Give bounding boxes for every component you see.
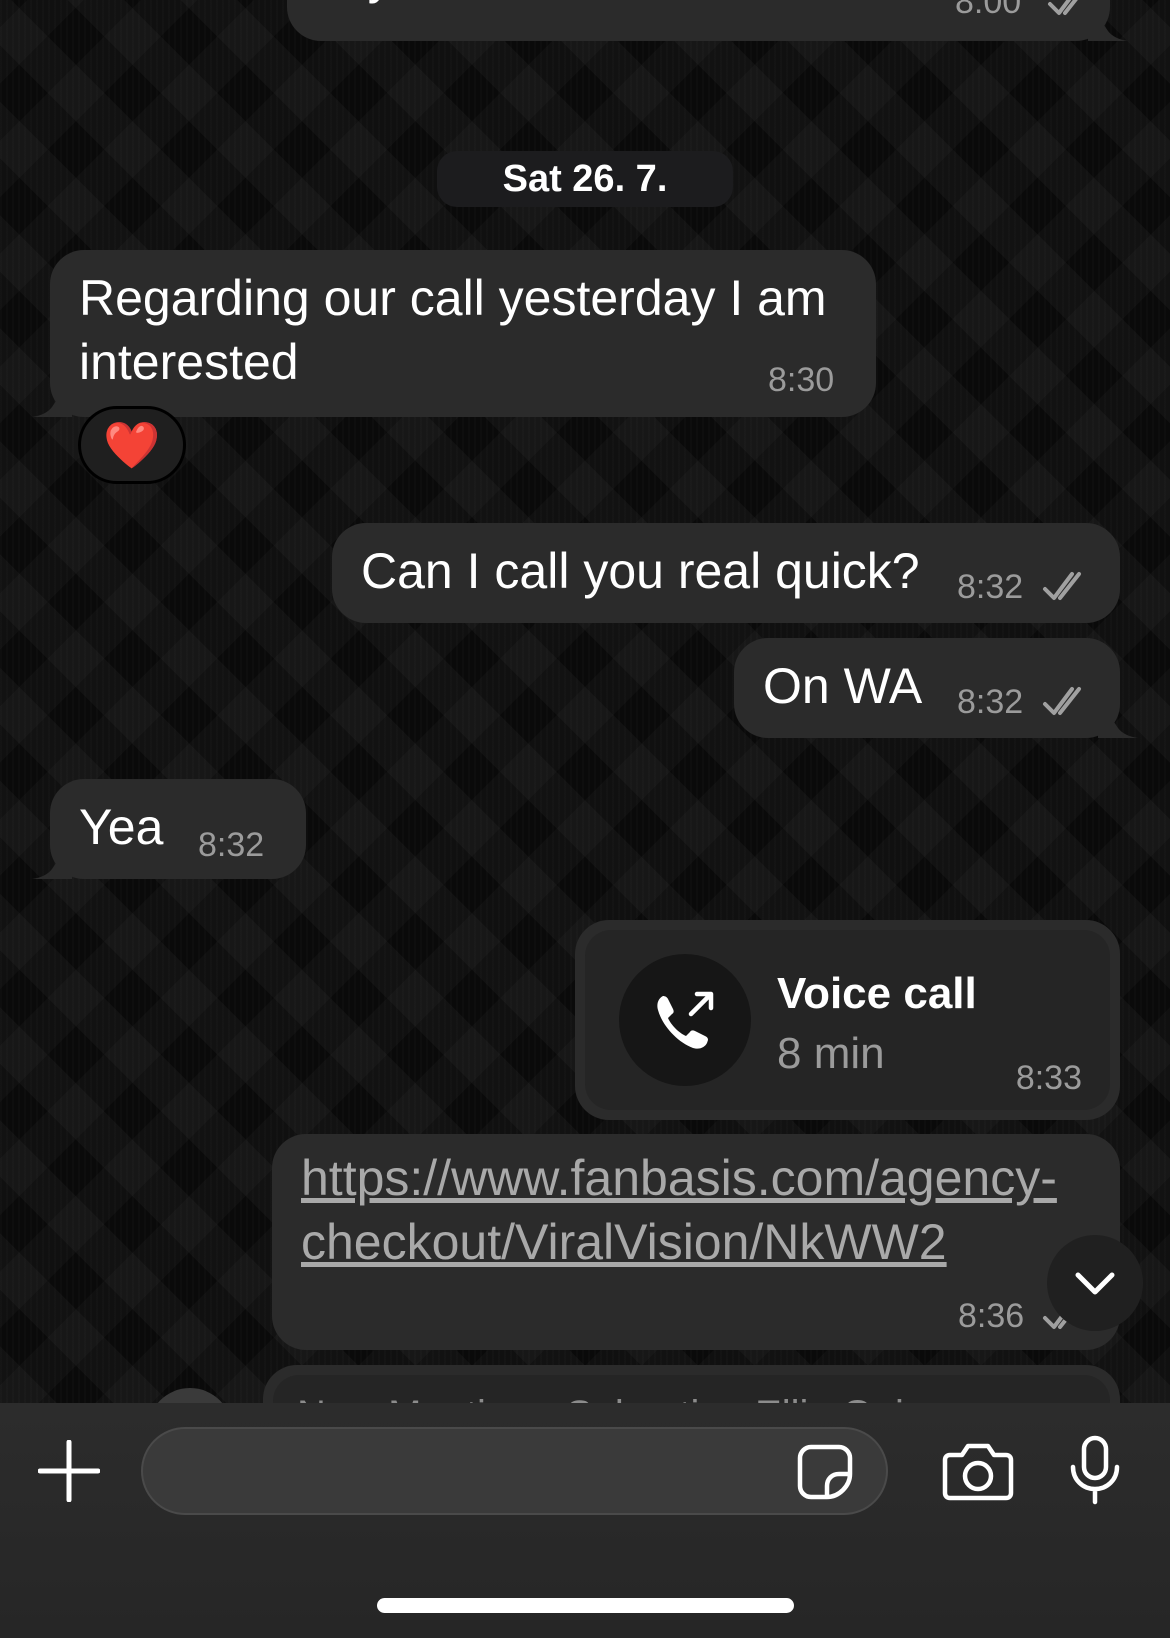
camera-icon[interactable] — [942, 1443, 1014, 1501]
bubble-tail — [1098, 698, 1138, 738]
call-title: Voice call — [777, 969, 977, 1018]
sticker-icon[interactable] — [797, 1444, 853, 1500]
message-time: 8:36 — [958, 1297, 1025, 1335]
call-icon-circle — [619, 954, 751, 1086]
message-bubble-incoming[interactable]: Regarding our call yesterday I am intere… — [32, 250, 876, 417]
voice-call-message[interactable]: Voice call 8 min 8:33 — [575, 920, 1120, 1120]
message-bubble-outgoing[interactable]: Can I call you real quick? 8:32 — [332, 523, 1120, 623]
voice-call-card[interactable]: Voice call 8 min 8:33 — [585, 930, 1110, 1110]
message-time: 8:00 — [955, 0, 1022, 21]
message-input[interactable] — [141, 1427, 888, 1515]
message-text-line: Regarding our call yesterday I am — [79, 270, 827, 326]
message-text: Can I call you real quick? — [361, 543, 920, 599]
message-bubble-outgoing[interactable]: On WA 8:32 — [734, 638, 1138, 738]
double-check-icon — [1043, 572, 1081, 600]
message-time: 8:30 — [768, 361, 835, 399]
scroll-to-bottom-button[interactable] — [1047, 1235, 1143, 1331]
message-bubble-outgoing[interactable]: https://www.fanbasis.com/agency- checkou… — [272, 1134, 1120, 1350]
message-bubble-outgoing[interactable]: in your email 8:00 — [287, 0, 1128, 41]
avatar[interactable] — [148, 1388, 232, 1403]
message-bubble-incoming[interactable]: Yea 8:32 — [32, 779, 306, 879]
microphone-icon[interactable] — [1069, 1435, 1121, 1505]
double-check-icon — [1043, 687, 1081, 715]
message-link-line[interactable]: https://www.fanbasis.com/agency- — [301, 1146, 1057, 1210]
date-separator: Sat 26. 7. — [437, 151, 733, 207]
message-text: On WA — [763, 658, 923, 714]
message-text: in your email — [315, 0, 598, 8]
chat-area[interactable]: in your email 8:00 Sat 26. 7. Regarding … — [0, 0, 1170, 1403]
message-time: 8:32 — [957, 568, 1024, 606]
bubble-tail — [1088, 1, 1128, 41]
message-bubble-outgoing[interactable]: New Meeting - Sebastian Ellis-Geiger — [263, 1365, 1120, 1403]
meeting-card[interactable]: New Meeting - Sebastian Ellis-Geiger — [273, 1375, 1110, 1403]
message-text: Yea — [79, 799, 164, 855]
bubble-tail — [32, 377, 72, 417]
message-time: 8:32 — [957, 683, 1024, 721]
message-text-line: interested — [79, 334, 299, 390]
message-text: New Meeting - Sebastian Ellis-Geiger — [297, 1391, 962, 1403]
plus-icon[interactable] — [38, 1440, 100, 1502]
heart-reaction[interactable]: ❤️ — [78, 406, 186, 484]
outgoing-call-icon — [657, 991, 714, 1049]
home-indicator[interactable] — [377, 1598, 794, 1613]
call-duration: 8 min — [777, 1029, 885, 1078]
message-link-line[interactable]: checkout/ViralVision/NkWW2 — [301, 1210, 947, 1274]
chevron-down-icon — [1075, 1272, 1115, 1295]
message-time: 8:32 — [198, 826, 265, 864]
bubble-tail — [32, 839, 72, 879]
message-time: 8:33 — [1015, 1059, 1082, 1097]
